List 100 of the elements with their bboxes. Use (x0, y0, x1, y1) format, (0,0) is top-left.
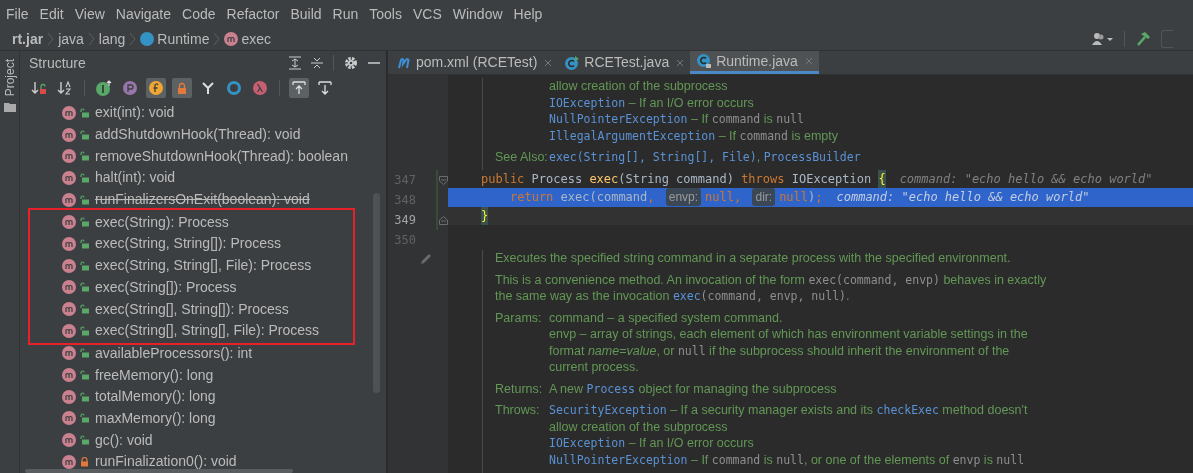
breadcrumb-item[interactable]: lang (98, 28, 126, 50)
collapse-all-icon[interactable] (311, 56, 323, 70)
structure-item[interactable]: exec(String[], String[], File): Process (62, 319, 353, 342)
settings-icon[interactable] (344, 56, 358, 70)
project-tool-tab[interactable]: Project (0, 59, 19, 97)
arrow-up-to-line-icon (291, 79, 307, 96)
sort-alphabetically-icon (57, 80, 73, 95)
breadcrumb-item[interactable]: rt.jar (12, 28, 44, 50)
lock-icon (80, 456, 89, 467)
breadcrumb-item[interactable]: java (58, 28, 84, 50)
structure-item[interactable]: totalMemory(): long (62, 385, 386, 408)
fields-icon (148, 79, 164, 96)
class-icon (140, 32, 155, 46)
doc-text-line: This is a convenience method. An invocation of the form exec(command, envp) behaves in exactly (495, 271, 1047, 288)
open-lock-icon (80, 107, 89, 118)
structure-item[interactable]: exec(String[]): Process (62, 276, 353, 299)
menu-item[interactable]: Edit (39, 3, 64, 25)
editor-tab[interactable]: RCETest.java (558, 51, 691, 74)
open-lock-icon (80, 325, 89, 336)
user-icon[interactable] (1092, 32, 1114, 46)
method-icon (62, 368, 76, 383)
editor-tab[interactable]: Runtime.java (690, 51, 819, 74)
open-lock-icon (80, 435, 89, 446)
folder-icon (3, 102, 16, 113)
sort-by-visibility-icon (31, 80, 47, 95)
method-icon (62, 127, 76, 142)
open-lock-icon (80, 304, 89, 315)
doc-text-line: allow creation of the subprocess (549, 78, 729, 95)
breadcrumb-item[interactable]: exec (224, 28, 271, 50)
toolbar-toggle[interactable] (289, 77, 309, 98)
menu-item[interactable]: Code (182, 3, 216, 25)
open-lock-icon (80, 391, 89, 402)
doc-text-line: envp – array of strings, each element of which has environment variable settings in the (549, 326, 1028, 343)
menu-item[interactable]: Window (452, 3, 503, 25)
structure-item[interactable]: runFinalizersOnExit(boolean): void (62, 188, 386, 211)
chevron-icon (47, 32, 55, 46)
menu-item[interactable]: VCS (412, 3, 442, 25)
branch-icon (200, 79, 216, 96)
doc-text-line: allow creation of the subprocess (549, 418, 729, 435)
structure-item[interactable]: freeMemory(): long (62, 364, 386, 386)
toolbar-toggle[interactable] (172, 77, 192, 98)
structure-item[interactable]: maxMemory(): long (62, 407, 386, 430)
open-lock-icon (80, 413, 89, 424)
structure-item[interactable]: removeShutdownHook(Thread): boolean (62, 145, 386, 168)
doc-text-line: Executes the specified string command in a separate process with the specified environment. (495, 250, 1011, 267)
editor-tab[interactable]: pom.xml (RCETest) (392, 51, 559, 74)
close-icon[interactable] (676, 58, 685, 67)
method-icon (62, 302, 76, 317)
close-icon[interactable] (544, 58, 553, 67)
toolbar-toggle[interactable] (146, 77, 166, 98)
locked-class-icon (696, 53, 713, 69)
method-icon (62, 149, 76, 164)
hammer-icon[interactable] (1135, 31, 1151, 47)
structure-item[interactable]: runFinalization0(): void (62, 451, 386, 473)
open-lock-icon (80, 238, 89, 249)
open-lock-icon (80, 172, 89, 183)
method-icon (62, 105, 76, 120)
menu-item[interactable]: Run (332, 3, 359, 25)
chevron-icon (129, 32, 137, 46)
menu-item[interactable]: Tools (369, 3, 402, 25)
structure-item[interactable]: gc(): void (62, 429, 386, 451)
structure-item[interactable]: exec(String, String[]): Process (62, 233, 353, 255)
panel-title: Structure (29, 53, 86, 73)
structure-item[interactable]: halt(int): void (62, 167, 386, 189)
fold-icon[interactable] (439, 215, 448, 225)
fold-icon[interactable] (439, 175, 448, 185)
doc-text-line: IOException – If an I/O error occurs (549, 94, 755, 111)
structure-item[interactable]: exit(int): void (62, 102, 386, 124)
doc-text-line: the same way as the invocation exec(command, envp, null). (495, 288, 851, 305)
doc-section-label: Throws: (495, 402, 541, 419)
doc-text-line: current process. (549, 359, 640, 376)
open-lock-icon (80, 260, 89, 271)
line-number: 349 (393, 212, 416, 229)
structure-item[interactable]: exec(String, String[], File): Process (62, 254, 353, 277)
properties-icon (122, 79, 138, 96)
parameter-hint: dir: (752, 188, 776, 207)
pencil-icon[interactable] (420, 253, 432, 265)
open-lock-icon (80, 129, 89, 140)
open-lock-icon (80, 370, 89, 381)
menu-item[interactable]: Navigate (115, 3, 172, 25)
open-lock-icon (80, 194, 89, 205)
menu-item[interactable]: Help (513, 3, 543, 25)
parameter-hint: envp: (665, 188, 702, 207)
structure-item[interactable]: exec(String): Process (62, 211, 353, 234)
method-icon (62, 323, 76, 338)
doc-text-line: IOException – If an I/O error occurs (549, 435, 755, 452)
open-lock-icon (80, 151, 89, 162)
method-icon (62, 236, 76, 251)
menu-item[interactable]: View (74, 3, 105, 25)
expand-all-icon[interactable] (289, 56, 301, 70)
menu-item[interactable]: Build (290, 3, 322, 25)
open-lock-icon (80, 348, 89, 359)
structure-item[interactable]: availableProcessors(): int (62, 342, 386, 365)
open-lock-icon (80, 217, 89, 228)
structure-item[interactable]: addShutdownHook(Thread): void (62, 123, 386, 146)
open-lock-icon (80, 282, 89, 293)
breadcrumb-item[interactable]: Runtime (140, 28, 210, 50)
menu-item[interactable]: File (6, 3, 29, 25)
structure-item[interactable]: exec(String[], String[]): Process (62, 298, 353, 320)
menu-item[interactable]: Refactor (226, 3, 280, 25)
